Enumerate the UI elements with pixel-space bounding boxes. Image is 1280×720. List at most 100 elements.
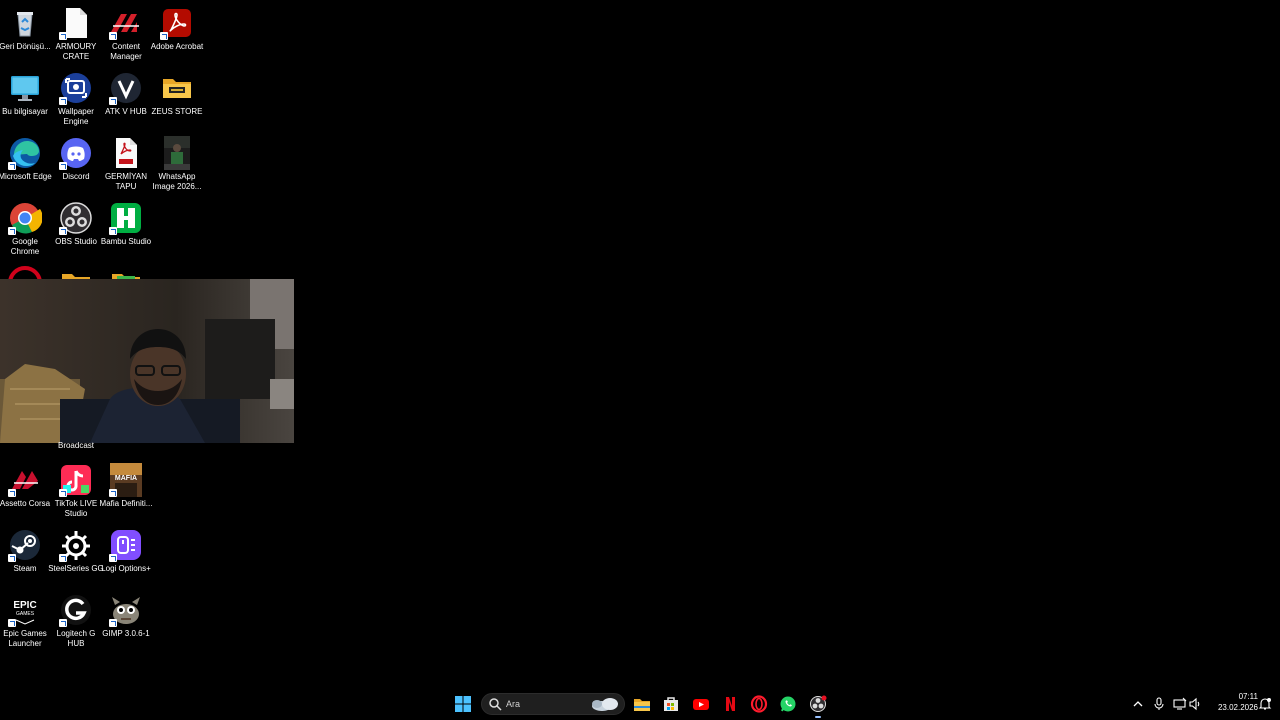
notification-bell-icon: [1258, 698, 1272, 710]
shortcut-arrow-icon: [109, 227, 117, 235]
shortcut-arrow-icon: [109, 619, 117, 627]
shortcut-arrow-icon: [59, 554, 67, 562]
speaker-icon: [1189, 697, 1200, 711]
desktop-icon-google-chrome[interactable]: Google Chrome: [0, 201, 51, 257]
assetto-corsa-icon: [8, 463, 42, 497]
desktop-icon-discord[interactable]: Discord: [50, 136, 102, 182]
shortcut-arrow-icon: [59, 489, 67, 497]
taskbar-netflix[interactable]: [719, 693, 741, 715]
shortcut-arrow-icon: [109, 554, 117, 562]
shortcut-arrow-icon: [8, 554, 16, 562]
desktop-icon-label: ZEUS STORE: [151, 107, 203, 116]
webcam-overlay: [0, 279, 294, 443]
taskbar-obs[interactable]: [807, 693, 829, 718]
network-icon: [1173, 697, 1187, 710]
desktop-icon-label: Content Manager: [110, 42, 142, 61]
shortcut-arrow-icon: [8, 619, 16, 627]
search-icon: [489, 698, 502, 711]
desktop-icon-microsoft-edge[interactable]: Microsoft Edge: [0, 136, 52, 182]
taskbar-microsoft-store[interactable]: [660, 693, 682, 715]
desktop-icon-armoury-crate[interactable]: ARMOURY CRATE: [50, 6, 102, 62]
desktop-icon-label: Epic Games Launcher: [3, 629, 47, 648]
desktop-icon-tiktok-live-studio[interactable]: TikTok LIVE Studio: [50, 463, 102, 519]
desktop-icon-label: GERMİYAN TAPU: [104, 172, 148, 191]
tiktok-icon: [59, 463, 93, 497]
taskbar: Ara 07:11 23.02.2026: [0, 688, 1280, 720]
taskbar-youtube[interactable]: [690, 693, 712, 715]
desktop-icon-whatsapp-image[interactable]: WhatsApp Image 2026...: [151, 136, 203, 192]
running-indicator: [815, 716, 821, 718]
desktop-icon-label: Google Chrome: [10, 237, 40, 256]
clock-time: 07:11: [1238, 692, 1258, 701]
youtube-icon: [693, 699, 709, 710]
desktop-icon-label: Mafia Definiti...: [99, 499, 153, 508]
desktop-icon-this-pc[interactable]: Bu bilgisayar: [0, 71, 51, 117]
taskbar-whatsapp[interactable]: [777, 693, 799, 715]
taskbar-clock[interactable]: 07:11 23.02.2026: [1206, 691, 1258, 713]
this-pc-icon: [8, 71, 42, 105]
clock-date: 23.02.2026: [1217, 703, 1258, 712]
desktop-icon-assetto-corsa[interactable]: Assetto Corsa: [0, 463, 51, 509]
desktop-icon-germiyan-tapu[interactable]: GERMİYAN TAPU: [100, 136, 152, 192]
desktop-icon-obs-studio[interactable]: OBS Studio: [50, 201, 102, 247]
desktop-icon-label: Logi Options+: [101, 564, 151, 573]
desktop-icon-logitech-g-hub[interactable]: Logitech G HUB: [50, 593, 102, 649]
taskbar-opera[interactable]: [748, 693, 770, 715]
desktop-icon-label: WhatsApp Image 2026...: [152, 172, 202, 191]
shortcut-arrow-icon: [59, 162, 67, 170]
desktop-icon-adobe-acrobat[interactable]: Adobe Acrobat: [151, 6, 203, 52]
start-button[interactable]: [452, 693, 474, 715]
shortcut-arrow-icon: [59, 619, 67, 627]
tray-microphone[interactable]: [1152, 697, 1166, 711]
desktop-icon-label: Assetto Corsa: [0, 499, 51, 508]
shortcut-arrow-icon: [160, 32, 168, 40]
content-manager-icon: [109, 6, 143, 40]
desktop-icon-wallpaper-engine[interactable]: Wallpaper Engine: [50, 71, 102, 127]
svg-text:GAMES: GAMES: [16, 611, 35, 617]
epic-games-icon: EPIC GAMES: [8, 593, 42, 627]
partial-icon-opera[interactable]: [8, 266, 42, 279]
microsoft-store-icon: [664, 697, 678, 711]
edge-icon: [8, 136, 42, 170]
desktop-icon-steam[interactable]: Steam: [0, 528, 51, 574]
desktop-icon-gimp[interactable]: GIMP 3.0.6-1: [100, 593, 152, 639]
desktop-icon-recycle-bin[interactable]: Geri Dönüşü...: [0, 6, 51, 52]
desktop-icon-label: Microsoft Edge: [0, 172, 52, 181]
tray-volume[interactable]: [1188, 697, 1202, 711]
search-highlight-icon: [592, 698, 618, 711]
desktop-icon-mafia[interactable]: MAFIA Mafia Definiti...: [100, 463, 152, 509]
desktop-icon-label-broadcast: Broadcast: [57, 441, 95, 450]
desktop-icon-atk-v-hub[interactable]: ATK V HUB: [100, 71, 152, 117]
file-explorer-icon: [634, 699, 650, 711]
tray-overflow-button[interactable]: [1131, 697, 1145, 711]
desktop-icon-zeus-store[interactable]: ZEUS STORE: [151, 71, 203, 117]
tray-notifications[interactable]: [1258, 697, 1272, 711]
image-thumbnail-icon: [160, 136, 194, 170]
tray-network[interactable]: [1173, 697, 1187, 711]
desktop-icon-steelseries-gg[interactable]: SteelSeries GG: [48, 528, 104, 574]
search-placeholder: Ara: [506, 699, 521, 709]
taskbar-file-explorer[interactable]: [631, 693, 653, 715]
adobe-acrobat-icon: [160, 6, 194, 40]
desktop-icon-label: Adobe Acrobat: [150, 42, 204, 51]
desktop-icon-content-manager[interactable]: Content Manager: [100, 6, 152, 62]
shortcut-arrow-icon: [109, 489, 117, 497]
desktop-icon-bambu-studio[interactable]: Bambu Studio: [100, 201, 152, 247]
atk-v-hub-icon: [109, 71, 143, 105]
desktop-icon-logi-options[interactable]: Logi Options+: [100, 528, 152, 574]
desktop-icon-epic-games[interactable]: EPIC GAMES Epic Games Launcher: [0, 593, 51, 649]
shortcut-arrow-icon: [59, 32, 67, 40]
shortcut-arrow-icon: [109, 32, 117, 40]
start-icon: [455, 696, 471, 712]
microphone-icon: [1154, 697, 1164, 710]
shortcut-arrow-icon: [8, 162, 16, 170]
partial-icon-folder[interactable]: [59, 266, 93, 279]
partial-icon-folder-green[interactable]: [109, 266, 143, 279]
desktop-icon-label: ATK V HUB: [105, 107, 147, 116]
bambu-studio-icon: [109, 201, 143, 235]
folder-icon: [160, 71, 194, 105]
taskbar-search-box[interactable]: Ara: [481, 693, 625, 715]
desktop-icon-label: ARMOURY CRATE: [55, 42, 97, 61]
steelseries-icon: [59, 528, 93, 562]
steam-icon: [8, 528, 42, 562]
